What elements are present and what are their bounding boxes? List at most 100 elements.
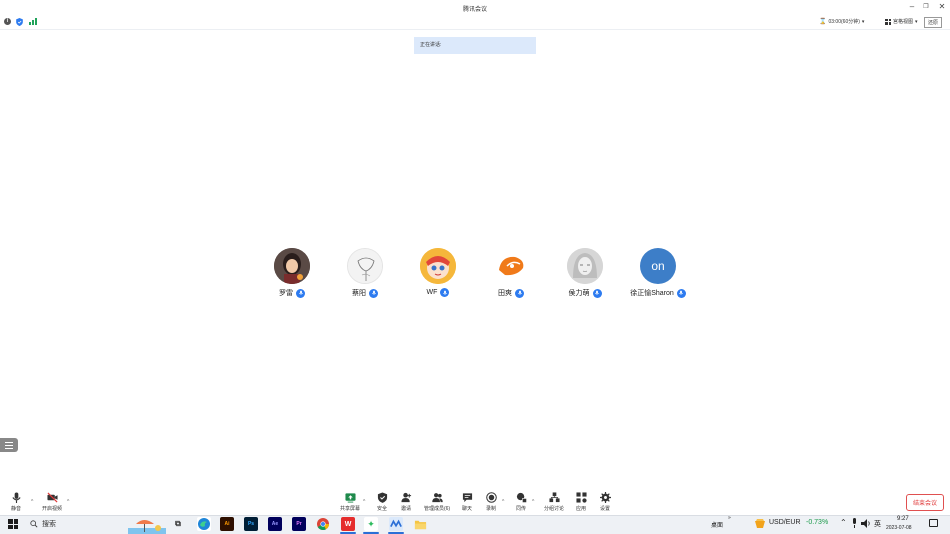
chevron-down-icon: ▾ <box>915 18 918 25</box>
after-effects-icon[interactable]: Ae <box>268 517 282 531</box>
participant-tile[interactable]: WF <box>403 248 473 303</box>
mute-options-caret[interactable]: ^ <box>31 499 33 505</box>
meeting-timer[interactable]: ⌛ 03:00(60分钟) ▾ <box>819 18 865 26</box>
interpretation-label: 同传 <box>515 506 526 512</box>
gear-icon <box>599 492 611 503</box>
avatar: on <box>640 248 676 284</box>
participant-name: 侯力萌 <box>568 290 590 297</box>
breakout-rooms-label: 分组讨论 <box>543 506 564 512</box>
search-highlight-illustration <box>128 520 166 534</box>
add-user-icon <box>400 492 411 503</box>
settings-label: 设置 <box>599 506 610 512</box>
participant-name: 徐正愉Sharon <box>630 290 674 297</box>
manage-members-label: 管理成员(6) <box>423 506 451 512</box>
avatar <box>347 248 383 284</box>
view-selector[interactable]: 宫格视图 ▾ <box>885 18 918 25</box>
shield-icon <box>377 492 387 503</box>
share-options-caret[interactable]: ^ <box>363 499 365 505</box>
video-button[interactable]: 开启视频 <box>37 492 67 512</box>
hourglass-icon: ⌛ <box>819 19 827 25</box>
window-title: 腾讯会议 <box>462 6 487 13</box>
avatar <box>274 248 310 284</box>
header-divider <box>0 29 950 30</box>
currency-icon <box>755 519 765 528</box>
edge-browser-icon[interactable] <box>197 517 211 531</box>
restore-button[interactable]: ❐ <box>919 3 933 10</box>
signal-icon[interactable] <box>29 18 37 25</box>
file-explorer-icon[interactable] <box>413 517 427 531</box>
taskbar-search[interactable]: 搜索 <box>28 517 128 531</box>
mic-icon <box>369 288 378 298</box>
premiere-icon[interactable]: Pr <box>292 517 306 531</box>
mic-icon <box>676 288 686 298</box>
interpretation-options-caret[interactable]: ^ <box>532 499 534 505</box>
end-meeting-button[interactable]: 结束会议 <box>906 494 944 511</box>
participant-name: 蔡阳 <box>352 290 366 297</box>
notification-icon[interactable] <box>929 519 938 527</box>
video-options-caret[interactable]: ^ <box>67 499 69 505</box>
participant-name: 罗雷 <box>279 290 293 297</box>
participant-tile[interactable]: 田爽 <box>476 248 546 303</box>
desktop-label[interactable]: 桌面 <box>711 520 723 529</box>
record-options-caret[interactable]: ^ <box>502 499 504 505</box>
participant-name: WF <box>426 289 438 296</box>
breakout-rooms-button[interactable]: 分组讨论 <box>539 492 569 512</box>
view-label: 宫格视图 <box>893 19 914 25</box>
participant-name-row: 侯力萌 <box>550 288 620 298</box>
participant-name-row: 蔡阳 <box>330 288 400 298</box>
title-bar: 腾讯会议 <box>0 0 950 16</box>
avatar <box>567 248 603 284</box>
participant-tile[interactable]: 罗雷 <box>257 248 327 303</box>
mic-icon <box>296 288 305 298</box>
ticker-change: -0.73% <box>806 519 829 526</box>
apps-grid-icon <box>575 492 587 503</box>
chevron-down-icon: ▾ <box>861 18 865 25</box>
avatar <box>420 248 456 284</box>
close-button[interactable]: ✕ <box>935 2 949 11</box>
participant-tile[interactable]: on 徐正愉Sharon <box>623 248 693 303</box>
chevron-up-icon[interactable]: ⌃ <box>840 518 847 527</box>
wechat-icon[interactable]: ✦ <box>364 517 378 531</box>
mute-button[interactable]: 静音 <box>1 492 31 512</box>
info-icon[interactable]: i <box>4 18 11 25</box>
windows-start-icon[interactable] <box>8 519 18 529</box>
invite-button[interactable]: 邀请 <box>391 492 421 512</box>
shield-icon[interactable] <box>16 18 23 26</box>
clock-date[interactable]: 2023-07-08 <box>886 525 912 531</box>
breakout-icon <box>548 492 560 503</box>
ime-indicator[interactable]: 英 <box>874 519 881 529</box>
share-screen-button[interactable]: 共享屏幕 <box>335 492 365 512</box>
timer-text: 03:00(60分钟) <box>828 19 860 25</box>
tencent-meeting-icon[interactable] <box>389 517 403 531</box>
desktop-expand-icon[interactable]: » <box>728 515 731 521</box>
participant-tile[interactable]: 侯力萌 <box>550 248 620 303</box>
manage-members-button[interactable]: 管理成员(6) <box>422 492 452 512</box>
search-icon <box>30 520 38 528</box>
restore-tooltip: 还原 <box>924 17 943 28</box>
tray-mic-icon[interactable] <box>851 518 858 528</box>
participant-name: 田爽 <box>498 290 512 297</box>
illustrator-icon[interactable]: Ai <box>220 517 234 531</box>
video-label: 开启视频 <box>41 506 62 512</box>
settings-button[interactable]: 设置 <box>590 492 620 512</box>
ticker-name[interactable]: USD/EUR <box>769 519 801 526</box>
camera-off-icon <box>46 492 58 503</box>
participant-name-row: WF <box>403 288 473 297</box>
mic-icon <box>440 288 450 297</box>
chrome-icon[interactable] <box>316 517 330 531</box>
clock-time[interactable]: 9:27 <box>897 516 909 522</box>
chat-bubble-icon <box>462 493 472 503</box>
grid-view-icon <box>885 18 891 25</box>
mic-icon <box>515 288 524 298</box>
wps-icon[interactable]: W <box>341 517 355 531</box>
task-view-icon[interactable]: ⧉ <box>171 517 185 531</box>
mute-label: 静音 <box>10 506 21 512</box>
speaker-icon[interactable] <box>861 519 871 528</box>
minimize-button[interactable]: – <box>905 2 919 11</box>
record-label: 录制 <box>485 506 496 512</box>
chat-panel-toggle[interactable] <box>0 438 18 452</box>
invite-label: 邀请 <box>400 506 411 512</box>
share-screen-label: 共享屏幕 <box>339 506 360 512</box>
photoshop-icon[interactable]: Ps <box>244 517 258 531</box>
participant-tile[interactable]: 蔡阳 <box>330 248 400 303</box>
